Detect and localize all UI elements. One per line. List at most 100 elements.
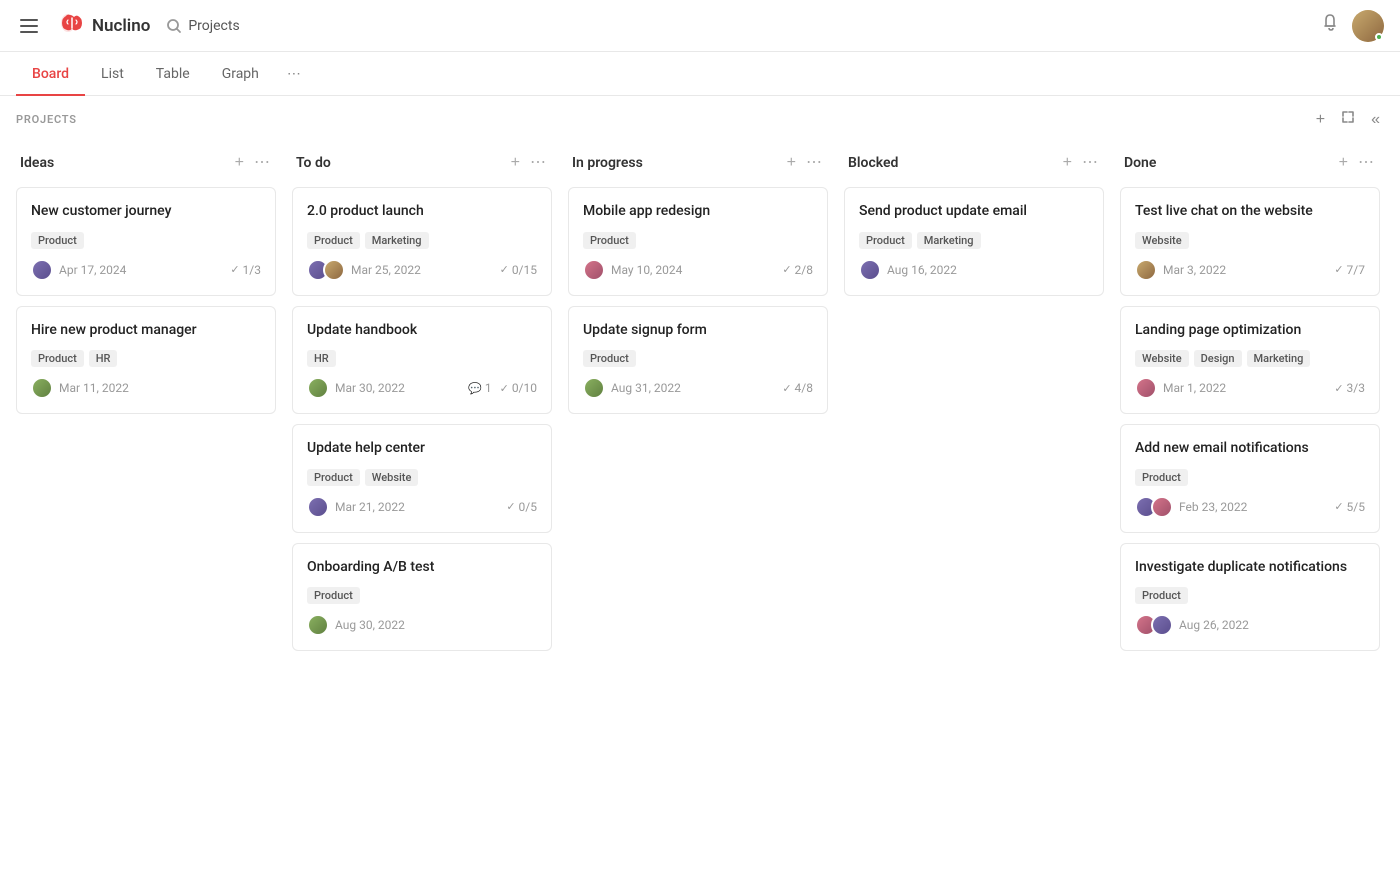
column-more-button-in-progress[interactable]: ⋯: [804, 153, 824, 173]
card-tag[interactable]: Product: [307, 469, 360, 486]
search-area[interactable]: Projects: [166, 18, 239, 34]
card-title: Update handbook: [307, 321, 537, 341]
card-tags: Product HR: [31, 350, 261, 367]
card[interactable]: Investigate duplicate notifications Produ…: [1120, 543, 1380, 652]
card-footer: Aug 30, 2022: [307, 614, 537, 636]
card-tag[interactable]: Marketing: [917, 232, 981, 249]
card-tag[interactable]: HR: [89, 350, 118, 367]
card-tag[interactable]: Product: [1135, 587, 1188, 604]
card-footer: Mar 25, 2022✓ 0/15: [307, 259, 537, 281]
card-title: 2.0 product launch: [307, 202, 537, 222]
card-date: Mar 11, 2022: [59, 381, 129, 395]
card-stats: ✓ 0/5: [506, 500, 537, 514]
card[interactable]: New customer journeyProductApr 17, 2024✓…: [16, 187, 276, 296]
card-meta: Aug 16, 2022: [859, 259, 957, 281]
tab-graph[interactable]: Graph: [206, 52, 275, 96]
card-tag[interactable]: Product: [859, 232, 912, 249]
card-avatar: [1151, 496, 1173, 518]
card[interactable]: Hire new product manager Product HR Mar 11,…: [16, 306, 276, 415]
card-tag[interactable]: Marketing: [1247, 350, 1311, 367]
card-avatars: [31, 259, 53, 281]
user-avatar-wrapper[interactable]: [1352, 10, 1384, 42]
card-avatar: [1135, 377, 1157, 399]
hamburger-button[interactable]: [16, 15, 42, 37]
card-tags: HR: [307, 350, 537, 367]
add-project-button[interactable]: +: [1312, 109, 1329, 131]
card-title: New customer journey: [31, 202, 261, 222]
card-avatar: [307, 496, 329, 518]
card-stats: ✓ 2/8: [782, 263, 813, 277]
column-header-done: Done+⋯: [1120, 147, 1380, 183]
card-title: Onboarding A/B test: [307, 558, 537, 578]
card-avatar: [1135, 259, 1157, 281]
card-tag[interactable]: Product: [583, 232, 636, 249]
card-avatars: [31, 377, 53, 399]
collapse-button[interactable]: «: [1367, 109, 1384, 131]
add-card-button-done[interactable]: +: [1337, 153, 1350, 173]
card-tag[interactable]: Product: [31, 350, 84, 367]
card-tag[interactable]: Website: [1135, 350, 1189, 367]
add-card-button-ideas[interactable]: +: [233, 153, 246, 173]
card-footer: Feb 23, 2022✓ 5/5: [1135, 496, 1365, 518]
card-stats: ✓ 3/3: [1334, 381, 1365, 395]
card-title: Hire new product manager: [31, 321, 261, 341]
search-icon: [166, 18, 182, 34]
check-icon: ✓: [500, 382, 509, 395]
column-todo: To do+⋯2.0 product launchProductMarketin…: [292, 147, 552, 661]
column-more-button-todo[interactable]: ⋯: [528, 153, 548, 173]
column-more-button-done[interactable]: ⋯: [1356, 153, 1376, 173]
column-title-done: Done: [1124, 155, 1156, 171]
card-check-stat: ✓ 2/8: [782, 263, 813, 277]
board: Ideas+⋯New customer journeyProductApr 17…: [0, 139, 1400, 894]
card-check-stat: ✓ 4/8: [782, 381, 813, 395]
add-card-button-in-progress[interactable]: +: [785, 153, 798, 173]
card[interactable]: Add new email notifications Product Feb 23…: [1120, 424, 1380, 533]
card[interactable]: Mobile app redesignProductMay 10, 2024✓ …: [568, 187, 828, 296]
card[interactable]: Update handbookHRMar 30, 2022💬 1✓ 0/10: [292, 306, 552, 415]
card-tag[interactable]: Product: [307, 587, 360, 604]
column-more-button-blocked[interactable]: ⋯: [1080, 153, 1100, 173]
card-tags: Product: [307, 587, 537, 604]
top-nav: Nuclino Projects: [0, 0, 1400, 52]
check-icon: ✓: [500, 263, 509, 276]
expand-button[interactable]: [1337, 108, 1359, 131]
add-card-button-blocked[interactable]: +: [1061, 153, 1074, 173]
tab-board[interactable]: Board: [16, 52, 85, 96]
card[interactable]: 2.0 product launch Product Marketing Mar 25…: [292, 187, 552, 296]
card-title: Investigate duplicate notifications: [1135, 558, 1365, 578]
card-tag[interactable]: Marketing: [365, 232, 429, 249]
tab-table[interactable]: Table: [140, 52, 206, 96]
card-tag[interactable]: Website: [365, 469, 419, 486]
card[interactable]: Update help centerProductWebsiteMar 21, …: [292, 424, 552, 533]
add-card-button-todo[interactable]: +: [509, 153, 522, 173]
card-tag[interactable]: HR: [307, 350, 336, 367]
card-tag[interactable]: Product: [31, 232, 84, 249]
notification-bell-icon[interactable]: [1320, 13, 1340, 38]
card-check-stat: ✓ 0/5: [506, 500, 537, 514]
tab-list[interactable]: List: [85, 52, 140, 96]
card-tags: Website Design Marketing: [1135, 350, 1365, 367]
logo[interactable]: Nuclino: [58, 10, 150, 42]
card-tag[interactable]: Product: [1135, 469, 1188, 486]
tab-more-button[interactable]: ⋯: [279, 58, 309, 90]
card[interactable]: Test live chat on the websiteWebsiteMar …: [1120, 187, 1380, 296]
card-meta: May 10, 2024: [583, 259, 682, 281]
card-title: Add new email notifications: [1135, 439, 1365, 459]
card-stats: ✓ 1/3: [230, 263, 261, 277]
tab-bar: BoardListTableGraph⋯: [0, 52, 1400, 96]
check-icon: ✓: [230, 263, 239, 276]
card[interactable]: Landing page optimizationWebsiteDesignMa…: [1120, 306, 1380, 415]
card-avatars: [1135, 259, 1157, 281]
card-tag[interactable]: Product: [307, 232, 360, 249]
card-tag[interactable]: Website: [1135, 232, 1189, 249]
card[interactable]: Onboarding A/B test Product Aug 30, 2022: [292, 543, 552, 652]
card[interactable]: Update signup formProductAug 31, 2022✓ 4…: [568, 306, 828, 415]
card-meta: Mar 1, 2022: [1135, 377, 1226, 399]
column-actions-done: +⋯: [1337, 153, 1376, 173]
column-more-button-ideas[interactable]: ⋯: [252, 153, 272, 173]
card-tag[interactable]: Product: [583, 350, 636, 367]
check-icon: ✓: [782, 263, 791, 276]
card-tag[interactable]: Design: [1194, 350, 1242, 367]
card-stats: ✓ 5/5: [1334, 500, 1365, 514]
card[interactable]: Send product update emailProductMarketin…: [844, 187, 1104, 296]
